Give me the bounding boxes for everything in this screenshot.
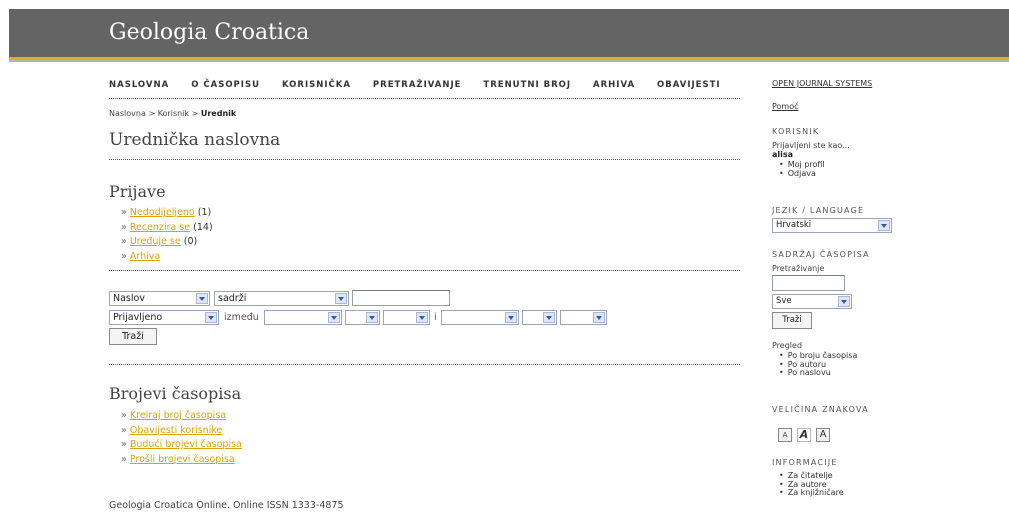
nav-divider xyxy=(109,98,740,99)
date-from-year-select[interactable] xyxy=(383,310,430,325)
nav-o-casopisu[interactable]: O ČASOPISU xyxy=(191,80,260,96)
section-divider xyxy=(109,270,740,271)
font-size-block-title: VELIČINA ZNAKOVA xyxy=(772,405,869,414)
chevron-down-icon xyxy=(328,312,340,323)
username: alisa xyxy=(772,150,794,159)
help-link[interactable]: Pomoć xyxy=(772,102,799,111)
nav-naslovna[interactable]: NASLOVNA xyxy=(109,80,169,96)
nav-korisnicka[interactable]: KORISNIČKA xyxy=(282,80,351,96)
chevron-down-icon xyxy=(416,312,428,323)
user-links: Moj profil Odjava xyxy=(779,160,825,179)
title-divider xyxy=(109,159,740,160)
info-links: Za čitatelje Za autore Za knjižničare xyxy=(779,471,844,498)
link-back-issues[interactable]: Prošli brojevi časopisa xyxy=(130,454,235,465)
search-field-select[interactable]: Naslov xyxy=(109,291,210,306)
date-from-month-select[interactable] xyxy=(264,310,342,325)
search-scope-select[interactable]: Sve xyxy=(772,294,852,309)
breadcrumb-user[interactable]: Korisnik xyxy=(158,109,189,118)
chevron-down-icon xyxy=(335,293,347,304)
nav-obavijesti[interactable]: OBAVIJESTI xyxy=(657,80,721,96)
nav-pretrazivanje[interactable]: PRETRAŽIVANJE xyxy=(373,80,462,96)
link-future-issues[interactable]: Budući brojevi časopisa xyxy=(130,439,242,450)
chevron-down-icon xyxy=(878,220,890,231)
list-item: » Kreiraj broj časopisa xyxy=(121,410,227,421)
list-item: Po naslovu xyxy=(779,368,857,378)
sidebar-search-button[interactable]: Traži xyxy=(772,312,812,329)
language-block-title: JEZIK / LANGUAGE xyxy=(772,206,865,215)
breadcrumb: Naslovna > Korisnik > Urednik xyxy=(109,109,236,118)
header-divider xyxy=(9,60,1009,62)
font-medium-button[interactable]: A xyxy=(797,428,811,442)
chevron-down-icon xyxy=(366,312,378,323)
user-block-title: KORISNIK xyxy=(772,127,820,136)
submissions-title: Prijave xyxy=(109,182,166,201)
for-librarians-link[interactable]: Za knjižničare xyxy=(788,488,844,497)
date-from-day-select[interactable] xyxy=(345,310,380,325)
browse-by-title-link[interactable]: Po naslovu xyxy=(788,368,831,377)
link-create-issue[interactable]: Kreiraj broj časopisa xyxy=(130,410,226,421)
search-button[interactable]: Traži xyxy=(109,328,157,345)
site-title[interactable]: Geologia Croatica xyxy=(109,20,309,45)
list-item: » Obavijesti korisnike xyxy=(121,424,223,436)
info-block-title: INFORMACIJE xyxy=(772,458,838,467)
link-in-review[interactable]: Recenzira se xyxy=(130,222,190,233)
language-select[interactable]: Hrvatski xyxy=(772,218,892,233)
browse-label: Pregled xyxy=(772,341,803,350)
chevron-down-icon xyxy=(543,312,555,323)
list-item: » Recenzira se (14) xyxy=(121,221,213,233)
chevron-down-icon xyxy=(593,312,605,323)
list-item: » Uređuje se (0) xyxy=(121,236,198,247)
link-archive[interactable]: Arhiva xyxy=(130,251,160,262)
list-item: » Nedodijeljeno (1) xyxy=(121,207,212,218)
breadcrumb-current[interactable]: Urednik xyxy=(201,109,236,118)
link-unassigned[interactable]: Nedodijeljeno xyxy=(130,207,195,218)
main-nav: NASLOVNA O ČASOPISU KORISNIČKA PRETRAŽIV… xyxy=(109,80,740,96)
list-item: » Budući brojevi časopisa xyxy=(121,439,242,450)
date-to-day-select[interactable] xyxy=(522,310,557,325)
and-label: i xyxy=(434,312,437,323)
link-in-editing[interactable]: Uređuje se xyxy=(130,236,181,247)
font-small-button[interactable]: A xyxy=(778,428,792,442)
list-item: » Arhiva xyxy=(121,250,161,262)
search-label: Pretraživanje xyxy=(772,264,825,273)
footer-text: Geologia Croatica Online. Online ISSN 13… xyxy=(109,500,344,511)
link-notify-users[interactable]: Obavijesti korisnike xyxy=(130,425,223,436)
chevron-down-icon xyxy=(505,312,517,323)
breadcrumb-sep: > xyxy=(148,109,156,118)
submissions-list: » Nedodijeljeno (1) » Recenzira se (14) … xyxy=(121,206,213,264)
list-item: Odjava xyxy=(779,169,825,179)
logged-in-label: Prijavljeni ste kao... xyxy=(772,141,850,150)
nav-arhiva[interactable]: ARHIVA xyxy=(593,80,635,96)
chevron-down-icon xyxy=(838,296,850,307)
breadcrumb-home[interactable]: Naslovna xyxy=(109,109,146,118)
chevron-down-icon xyxy=(205,312,217,323)
logout-link[interactable]: Odjava xyxy=(788,169,816,178)
issues-title: Brojevi časopisa xyxy=(109,384,242,403)
nav-trenutni-broj[interactable]: TRENUTNI BROJ xyxy=(483,80,571,96)
issues-list: » Kreiraj broj časopisa » Obavijesti kor… xyxy=(121,409,242,467)
content-block-title: SADRŽAJ ČASOPISA xyxy=(772,250,870,259)
list-item: » Prošli brojevi časopisa xyxy=(121,453,235,465)
ojs-link[interactable]: OPEN JOURNAL SYSTEMS xyxy=(772,79,872,88)
date-to-month-select[interactable] xyxy=(441,310,519,325)
breadcrumb-sep: > xyxy=(191,109,199,118)
browse-links: Po broju časopisa Po autoru Po naslovu xyxy=(779,351,858,378)
date-to-year-select[interactable] xyxy=(560,310,607,325)
search-match-select[interactable]: sadrži xyxy=(214,291,349,306)
font-large-button[interactable]: A xyxy=(816,428,830,442)
date-field-select[interactable]: Prijavljeno xyxy=(109,310,219,325)
section-divider xyxy=(109,364,740,365)
page-title: Urednička naslovna xyxy=(109,130,281,150)
list-item: Za knjižničare xyxy=(779,488,844,498)
between-label: između xyxy=(224,312,259,323)
sidebar-search-input[interactable] xyxy=(772,275,845,291)
search-input[interactable] xyxy=(352,290,450,306)
chevron-down-icon xyxy=(196,293,208,304)
